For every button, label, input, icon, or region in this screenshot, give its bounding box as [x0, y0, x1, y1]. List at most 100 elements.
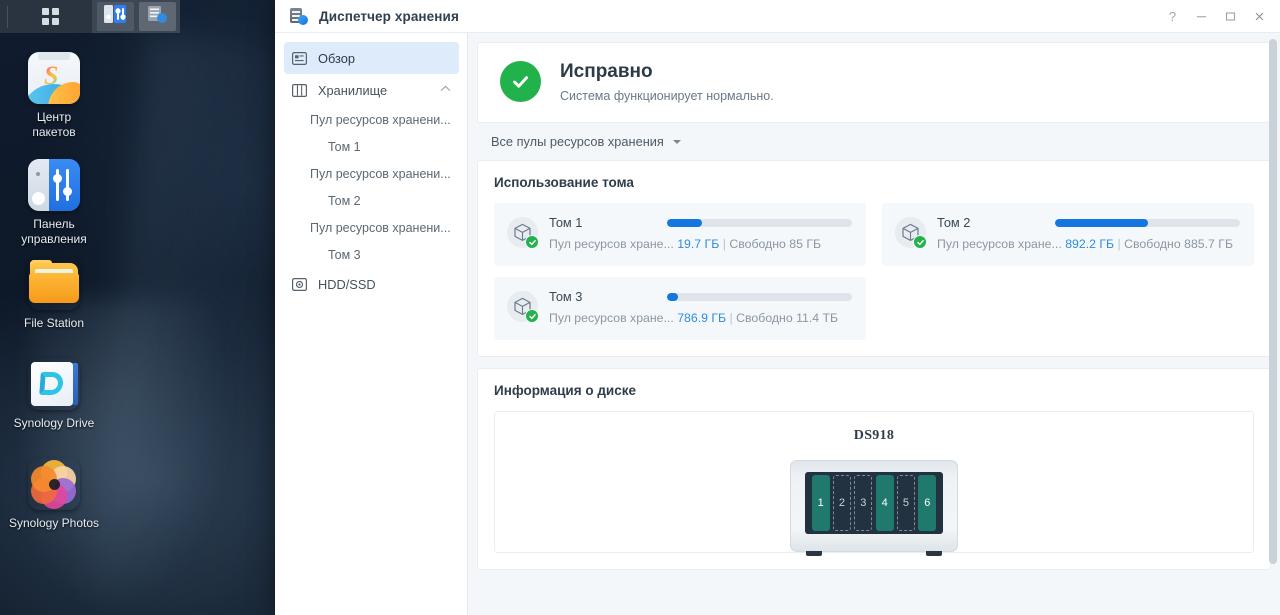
- sidebar-item-volume-2[interactable]: Том 2: [284, 187, 459, 214]
- nas-bay-list: 1 2 3 4 5 6: [805, 472, 943, 534]
- taskbar-spacer: [0, 0, 7, 33]
- package-center-icon: S: [28, 52, 80, 104]
- volume-icon: [507, 217, 539, 249]
- window-body: Обзор Хранилище Пул ресурсов хранени... …: [275, 33, 1280, 615]
- main-content: Исправно Система функционирует нормально…: [468, 33, 1280, 615]
- volume-icon: [507, 291, 539, 323]
- file-station-icon: [28, 258, 80, 310]
- taskbar-app-storage-manager[interactable]: [138, 2, 176, 31]
- control-panel-icon: [104, 4, 126, 29]
- health-status-panel: Исправно Система функционирует нормально…: [477, 42, 1271, 123]
- check-circle-icon: [500, 61, 541, 102]
- content-scrollbar[interactable]: [1269, 39, 1277, 599]
- disk-device-box: DS918 1 2 3 4 5 6: [494, 411, 1254, 556]
- chevron-up-icon[interactable]: [440, 85, 451, 95]
- health-status-text: Исправно Система функционирует нормально…: [560, 60, 774, 103]
- volume-card[interactable]: Том 2 Пул ресурсов хране... 892.2 ГБ | С…: [882, 203, 1254, 266]
- volume-icon: [895, 217, 927, 249]
- volume-meta: Пул ресурсов хране... 786.9 ГБ | Свободн…: [549, 310, 852, 327]
- volume-pool-label: Пул ресурсов хране...: [549, 311, 674, 325]
- desktop-icon-synology-drive[interactable]: Synology Drive: [0, 358, 108, 431]
- volume-name: Том 2: [937, 215, 971, 230]
- maximize-button[interactable]: [1216, 3, 1245, 29]
- check-badge-icon: [913, 235, 927, 249]
- desktop-icon-label: Центр пакетов: [32, 110, 76, 139]
- volume-meta: Пул ресурсов хране... 892.2 ГБ | Свободн…: [937, 236, 1240, 253]
- nas-bay-2[interactable]: 2: [832, 475, 851, 531]
- storage-manager-icon: [146, 4, 168, 29]
- sidebar-item-storage-pool-1[interactable]: Пул ресурсов хранени...: [284, 106, 459, 133]
- volume-usage-title: Использование тома: [494, 175, 634, 190]
- sidebar-item-label: Хранилище: [318, 82, 388, 98]
- check-badge-icon: [525, 309, 539, 323]
- taskbar[interactable]: [0, 0, 180, 33]
- sidebar-item-volume-1[interactable]: Том 1: [284, 133, 459, 160]
- volume-separator: |: [729, 311, 733, 325]
- storage-pool-filter-dropdown[interactable]: Все пулы ресурсов хранения: [477, 123, 1271, 160]
- synology-photos-icon: [28, 458, 80, 510]
- volume-used: 786.9 ГБ: [677, 311, 727, 325]
- nas-foot-left: [806, 551, 822, 556]
- window-title: Диспетчер хранения: [319, 8, 459, 24]
- desktop-icon-synology-photos[interactable]: Synology Photos: [0, 458, 108, 531]
- volume-card[interactable]: Том 1 Пул ресурсов хране... 19.7 ГБ | Св…: [494, 203, 866, 266]
- sidebar-item-storage-pool-2[interactable]: Пул ресурсов хранени...: [284, 160, 459, 187]
- nas-foot-right: [926, 551, 942, 556]
- volume-details: Том 2 Пул ресурсов хране... 892.2 ГБ | С…: [937, 215, 1240, 253]
- health-status-title: Исправно: [560, 61, 653, 82]
- window-titlebar[interactable]: Диспетчер хранения ?: [275, 0, 1280, 33]
- volume-details: Том 3 Пул ресурсов хране... 786.9 ГБ | С…: [549, 289, 852, 327]
- hdd-icon: [292, 276, 309, 293]
- check-badge-icon: [525, 235, 539, 249]
- sidebar-item-hdd-ssd[interactable]: HDD/SSD: [284, 268, 459, 300]
- volume-used: 19.7 ГБ: [677, 237, 720, 251]
- control-panel-icon: [28, 159, 80, 211]
- volume-free: Свободно 885.7 ГБ: [1124, 237, 1234, 251]
- volume-usage-bar: [667, 293, 852, 301]
- volume-usage-bar: [667, 219, 852, 227]
- storage-manager-window: Диспетчер хранения ? Обзор Хранилище Пул…: [275, 0, 1280, 615]
- volume-meta: Пул ресурсов хране... 19.7 ГБ | Свободно…: [549, 236, 852, 253]
- nas-device-illustration: 1 2 3 4 5 6: [790, 460, 958, 556]
- filter-label: Все пулы ресурсов хранения: [491, 134, 664, 149]
- minimize-button[interactable]: [1187, 3, 1216, 29]
- volume-card-list: Том 1 Пул ресурсов хране... 19.7 ГБ | Св…: [494, 203, 1254, 340]
- sidebar-item-storage[interactable]: Хранилище: [284, 74, 459, 106]
- volume-usage-panel: Использование тома Том 1 Пул ресурсов хр…: [477, 160, 1271, 357]
- disk-model-label: DS918: [853, 428, 895, 443]
- desktop-icon-label: Synology Drive: [13, 416, 95, 430]
- volume-usage-bar: [1055, 219, 1240, 227]
- taskbar-menu-button[interactable]: [8, 0, 92, 33]
- volume-separator: |: [722, 237, 726, 251]
- nas-bay-6[interactable]: 6: [918, 475, 937, 531]
- taskbar-app-list[interactable]: [92, 0, 180, 33]
- storage-icon: [292, 82, 309, 99]
- desktop-icon-package-center[interactable]: S Центр пакетов: [0, 52, 108, 140]
- volume-name: Том 3: [549, 289, 583, 304]
- volume-details: Том 1 Пул ресурсов хране... 19.7 ГБ | Св…: [549, 215, 852, 253]
- overview-icon: [292, 50, 309, 67]
- volume-pool-label: Пул ресурсов хране...: [549, 237, 674, 251]
- sidebar-item-volume-3[interactable]: Том 3: [284, 241, 459, 268]
- sidebar-item-overview[interactable]: Обзор: [284, 42, 459, 74]
- nas-bay-5[interactable]: 5: [896, 475, 915, 531]
- nas-bay-4[interactable]: 4: [875, 475, 894, 531]
- help-button[interactable]: ?: [1158, 3, 1187, 29]
- taskbar-app-control-panel[interactable]: [96, 2, 134, 31]
- sidebar-item-label: HDD/SSD: [318, 276, 376, 292]
- window-controls[interactable]: ?: [1158, 3, 1274, 29]
- disk-info-title: Информация о диске: [494, 383, 636, 398]
- desktop-icon-control-panel[interactable]: Панель управления: [0, 159, 108, 247]
- chevron-down-icon: [672, 139, 681, 144]
- volume-card[interactable]: Том 3 Пул ресурсов хране... 786.9 ГБ | С…: [494, 277, 866, 340]
- desktop-icon-file-station[interactable]: File Station: [0, 258, 108, 331]
- volume-free: Свободно 11.4 ТБ: [736, 311, 839, 325]
- close-button[interactable]: [1245, 3, 1274, 29]
- scrollbar-thumb[interactable]: [1269, 39, 1277, 564]
- synology-drive-icon: [28, 358, 80, 410]
- volume-separator: |: [1117, 237, 1121, 251]
- nas-bay-3[interactable]: 3: [854, 475, 873, 531]
- desktop-icon-label: File Station: [23, 316, 85, 330]
- nas-bay-1[interactable]: 1: [811, 475, 830, 531]
- sidebar-item-storage-pool-3[interactable]: Пул ресурсов хранени...: [284, 214, 459, 241]
